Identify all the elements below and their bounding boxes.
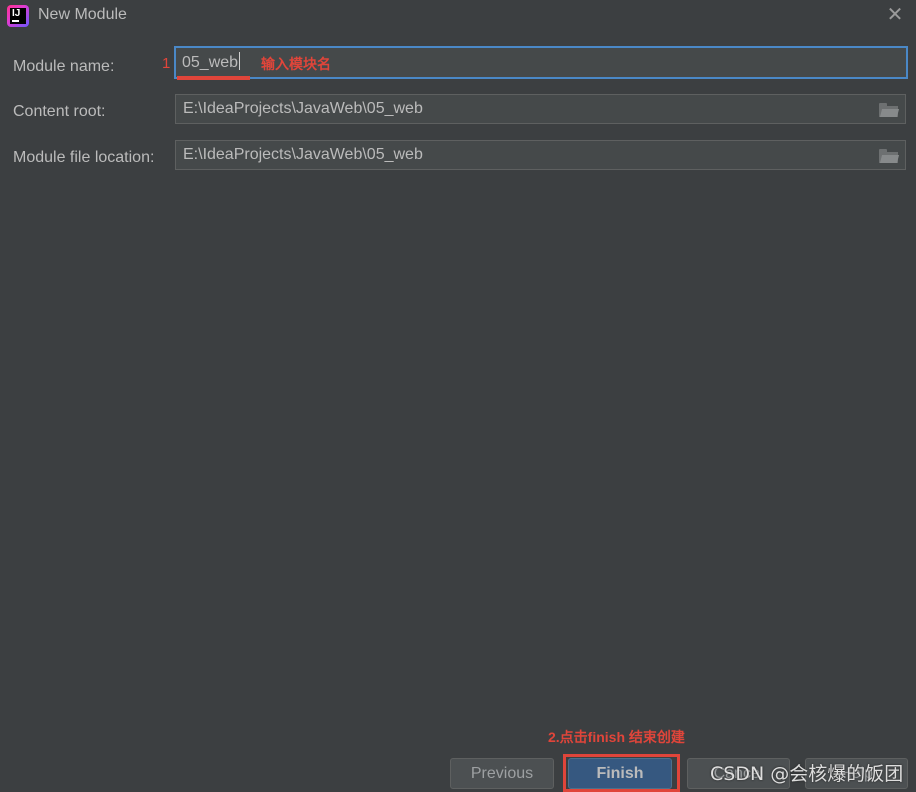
text-caret xyxy=(239,52,241,70)
step1-number-annotation: 1 xyxy=(162,55,171,72)
window-title: New Module xyxy=(38,6,127,23)
step1-annotation: 输入模块名 xyxy=(261,56,331,72)
title-bar: IJ New Module ✕ xyxy=(0,0,916,32)
step2-annotation: 2.点击finish 结束创建 xyxy=(548,729,685,745)
module-file-location-value: E:\IdeaProjects\JavaWeb\05_web xyxy=(183,146,423,163)
content-root-input[interactable]: E:\IdeaProjects\JavaWeb\05_web xyxy=(175,94,906,124)
module-file-location-input[interactable]: E:\IdeaProjects\JavaWeb\05_web xyxy=(175,140,906,170)
content-root-value: E:\IdeaProjects\JavaWeb\05_web xyxy=(183,100,423,117)
content-root-label: Content root: xyxy=(13,103,106,120)
close-icon[interactable]: ✕ xyxy=(884,4,906,26)
module-name-value: 05_web xyxy=(182,54,239,71)
module-file-location-label: Module file location: xyxy=(13,149,155,166)
intellij-idea-icon: IJ xyxy=(7,5,29,27)
module-name-label: Module name: xyxy=(13,58,115,75)
folder-icon[interactable] xyxy=(879,103,900,117)
finish-highlight-box xyxy=(563,754,680,792)
csdn-watermark: CSDN @会核爆的饭团 xyxy=(710,763,904,785)
annotation-underline xyxy=(177,76,250,80)
previous-button[interactable]: Previous xyxy=(450,758,554,789)
folder-icon[interactable] xyxy=(879,149,900,163)
